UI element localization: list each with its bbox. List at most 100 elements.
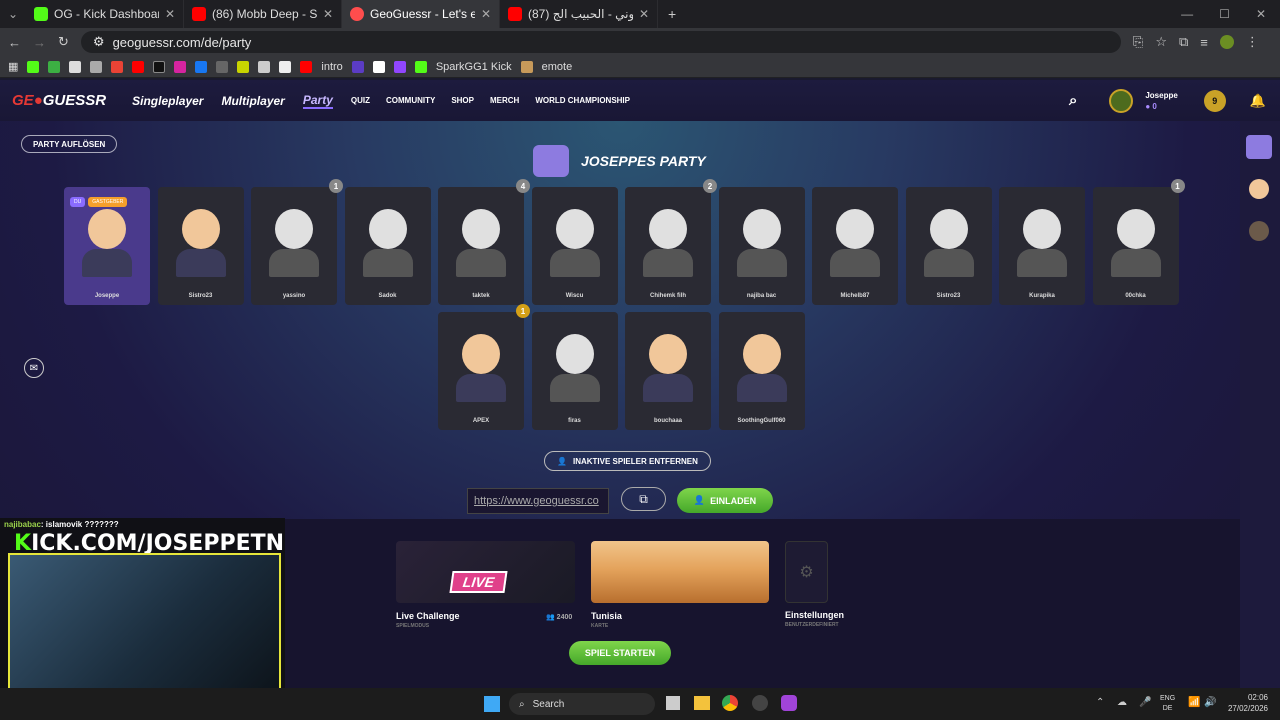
- bookmark-icon[interactable]: [279, 60, 292, 73]
- party-member-card[interactable]: APEX 1: [438, 304, 530, 430]
- user-info[interactable]: Joseppe ● 0: [1145, 90, 1177, 112]
- bookmark-intro[interactable]: intro: [321, 61, 342, 73]
- party-member-card[interactable]: Sistro23: [905, 187, 992, 305]
- tab-kick-dashboard[interactable]: OG - Kick Dashboard ✕: [26, 0, 184, 28]
- twitch-bookmark-icon[interactable]: [393, 60, 406, 73]
- tray-chevron-icon[interactable]: ⌃: [1096, 697, 1104, 708]
- party-member-card[interactable]: Kurapika: [999, 187, 1085, 305]
- copy-link-button[interactable]: ⧉: [621, 487, 666, 511]
- youtube-bookmark-icon[interactable]: [300, 60, 313, 73]
- bookmark-icon[interactable]: [258, 60, 271, 73]
- level-badge[interactable]: 9: [1203, 89, 1226, 112]
- bookmark-star-icon[interactable]: ☆: [1155, 34, 1167, 50]
- party-member-card[interactable]: 00chka 1: [1092, 179, 1185, 305]
- map-tile[interactable]: [591, 541, 769, 603]
- p-bookmark-icon[interactable]: [372, 60, 385, 73]
- taskbar-search[interactable]: ⌕ Search: [509, 693, 655, 715]
- nav-shop[interactable]: SHOP: [451, 96, 474, 105]
- close-icon[interactable]: ✕: [323, 7, 333, 21]
- link-bookmark-icon[interactable]: [90, 60, 103, 73]
- notifications-icon[interactable]: 🔔: [1250, 93, 1266, 109]
- start-game-button[interactable]: SPIEL STARTEN: [569, 641, 671, 665]
- tray-app-icon[interactable]: ☁: [1117, 697, 1127, 708]
- nav-singleplayer[interactable]: Singleplayer: [132, 94, 203, 108]
- party-member-card[interactable]: SoothingGulf060: [718, 312, 805, 430]
- tiktok-bookmark-icon[interactable]: [153, 60, 166, 73]
- reload-icon[interactable]: ↻: [58, 34, 69, 50]
- geoguessr-logo[interactable]: GE●GUESSR: [12, 92, 106, 109]
- chat-icon[interactable]: ✉: [24, 358, 44, 378]
- invite-url-input[interactable]: https://www.geoguessr.co: [467, 488, 609, 514]
- close-icon[interactable]: ✕: [481, 7, 491, 21]
- chrome-icon[interactable]: [722, 695, 738, 711]
- maximize-icon[interactable]: ☐: [1219, 7, 1230, 21]
- kick-bookmark-icon[interactable]: [27, 60, 40, 73]
- minimize-icon[interactable]: —: [1181, 7, 1193, 21]
- bookmark-emote[interactable]: emote: [542, 61, 573, 73]
- app-icon[interactable]: [781, 695, 797, 711]
- emote-bookmark-icon[interactable]: [520, 60, 533, 73]
- facebook-bookmark-icon[interactable]: [195, 60, 208, 73]
- friend-avatar[interactable]: [1249, 179, 1269, 199]
- gmail-bookmark-icon[interactable]: [111, 60, 124, 73]
- close-icon[interactable]: ✕: [639, 7, 649, 21]
- clock[interactable]: 02:06 27/02/2026: [1228, 692, 1268, 714]
- party-member-card[interactable]: bouchaaa: [625, 312, 711, 430]
- nav-party[interactable]: Party: [302, 93, 333, 109]
- new-tab-button[interactable]: +: [658, 6, 686, 22]
- nav-merch[interactable]: MERCH: [490, 96, 519, 105]
- party-member-card[interactable]: Michelb87: [812, 187, 898, 305]
- obs-icon[interactable]: [752, 695, 768, 711]
- tab-search-icon-2[interactable]: ≡: [1200, 35, 1208, 50]
- party-sidebar-icon[interactable]: [1246, 135, 1272, 159]
- party-member-card[interactable]: Chihemk filh 2: [625, 179, 717, 305]
- back-icon[interactable]: ←: [8, 35, 21, 50]
- nav-quiz[interactable]: QUIZ: [351, 96, 370, 105]
- tab-youtube-arabic[interactable]: (87) ربيع عيوني - الحبيب الج✕: [500, 0, 658, 28]
- party-member-card[interactable]: Sistro23: [157, 187, 244, 305]
- kick-bookmark-icon[interactable]: [414, 60, 427, 73]
- menu-icon[interactable]: ⋮: [1246, 34, 1259, 50]
- language-indicator[interactable]: ENG DE: [1160, 694, 1175, 714]
- forward-icon[interactable]: →: [33, 35, 46, 50]
- profile-icon[interactable]: [1219, 35, 1234, 49]
- invite-button[interactable]: 👤 EINLADEN: [677, 488, 773, 513]
- remove-inactive-button[interactable]: 👤 INAKTIVE SPIELER ENTFERNEN: [544, 451, 711, 471]
- tab-search-icon[interactable]: ⌄: [0, 7, 26, 21]
- close-icon[interactable]: ✕: [165, 7, 175, 21]
- youtube-bookmark-icon[interactable]: [132, 60, 145, 73]
- party-member-card[interactable]: Sadok: [344, 187, 431, 305]
- apps-icon[interactable]: ▦: [8, 60, 18, 73]
- nav-world-championship[interactable]: WORLD CHAMPIONSHIP: [535, 96, 630, 105]
- close-window-icon[interactable]: ✕: [1256, 7, 1266, 21]
- friend-avatar[interactable]: [1249, 221, 1269, 241]
- task-view-icon[interactable]: [666, 696, 680, 710]
- party-member-card[interactable]: taktek 4: [438, 179, 530, 305]
- tab-geoguessr[interactable]: GeoGuessr - Let's explore the w✕: [342, 0, 500, 28]
- instagram-bookmark-icon[interactable]: [174, 60, 187, 73]
- nav-community[interactable]: COMMUNITY: [386, 96, 435, 105]
- wifi-icon[interactable]: 📶: [1188, 697, 1200, 708]
- user-avatar[interactable]: [1109, 88, 1134, 113]
- file-explorer-icon[interactable]: [694, 696, 710, 710]
- tab-youtube-mobb[interactable]: (86) Mobb Deep - Shook Ones✕: [184, 0, 342, 28]
- disband-party-button[interactable]: PARTY AUFLÖSEN: [21, 135, 118, 153]
- microphone-icon[interactable]: 🎤: [1139, 697, 1151, 708]
- party-member-card[interactable]: najiba bac: [718, 187, 805, 305]
- d-bookmark-icon[interactable]: [48, 60, 61, 73]
- volume-icon[interactable]: 🔊: [1204, 697, 1216, 708]
- v-bookmark-icon[interactable]: [351, 60, 364, 73]
- party-member-card[interactable]: yassino 1: [251, 179, 343, 305]
- bookmark-sparkgg1[interactable]: SparkGG1 Kick: [436, 61, 512, 73]
- search-icon[interactable]: ⌕: [1069, 92, 1077, 109]
- extensions-icon[interactable]: ⧉: [1179, 34, 1188, 50]
- url-field[interactable]: ⚙ geoguessr.com/de/party: [80, 31, 1121, 53]
- game-mode-tile[interactable]: LIVE: [396, 541, 575, 603]
- party-member-card[interactable]: firas: [531, 312, 618, 430]
- windows-start-icon[interactable]: [484, 696, 500, 712]
- settings-tile[interactable]: ⚙: [785, 541, 828, 603]
- site-info-icon[interactable]: ⚙: [93, 34, 105, 50]
- bookmark-icon[interactable]: [237, 60, 250, 73]
- bookmark-icon[interactable]: [216, 60, 229, 73]
- diamond-bookmark-icon[interactable]: [69, 60, 82, 73]
